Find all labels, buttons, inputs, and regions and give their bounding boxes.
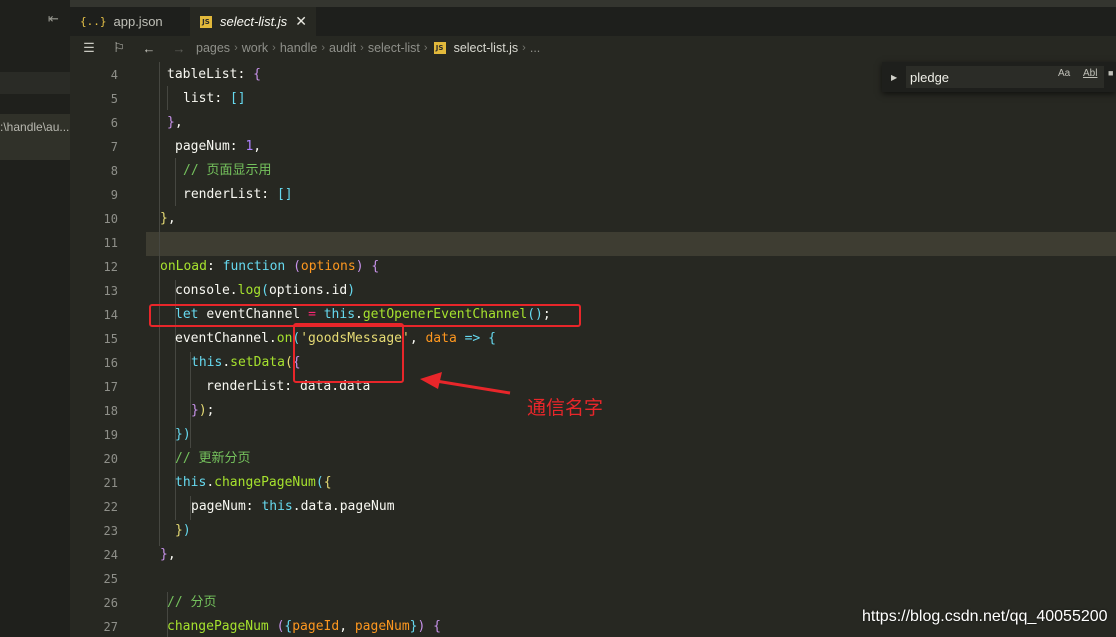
match-word-icon[interactable]: Abl [1083,68,1097,79]
code-line: }); [191,403,215,418]
line-number: 26 [103,596,118,610]
code-line: onLoad: function (options) { [160,259,380,274]
line-number: 19 [103,428,118,442]
line-number: 15 [103,332,118,346]
tab-select-list-js[interactable]: JS select-list.js ✕ [190,7,316,36]
bookmark-icon[interactable]: ⚐ [108,40,130,56]
chevron-right-icon: › [522,42,526,54]
code-line: pageNum: this.data.pageNum [191,499,395,514]
find-widget: ▶ pledge Aa Abl ■ [882,62,1116,92]
breadcrumb-work[interactable]: work [242,41,268,55]
line-number: 17 [103,380,118,394]
line-number: 22 [103,500,118,514]
line-number: 21 [103,476,118,490]
chevron-right-icon: › [423,42,428,54]
tab-label: select-list.js [220,14,288,29]
line-number: 7 [110,140,118,154]
find-input-value: pledge [910,69,950,85]
line-number: 23 [103,524,118,538]
js-file-icon: JS [433,42,446,54]
split-editor-icon[interactable]: ⇤ [48,12,59,27]
code-line: this.changePageNum({ [175,475,332,490]
close-icon[interactable]: ✕ [295,13,307,30]
code-line: }) [175,427,191,442]
annotation-arrow-icon [420,372,511,395]
line-number: 16 [103,356,118,370]
breadcrumb-audit[interactable]: audit [329,41,356,55]
breadcrumb-handle[interactable]: handle [280,41,318,55]
side-panel-path: :\handle\au... [0,120,70,134]
line-number: 14 [103,308,118,322]
line-number: 13 [103,284,118,298]
code-line: pageNum: 1, [175,139,262,154]
back-arrow-icon[interactable]: ← [138,41,160,56]
code-line: }) [175,523,191,538]
tab-label: app.json [113,14,163,29]
line-number: 24 [103,548,118,562]
code-line: }, [167,115,183,130]
line-number: 25 [103,572,118,586]
tab-bar-top-strip [70,0,1116,7]
expand-triangle-icon[interactable]: ▶ [891,73,903,82]
breadcrumb-tail[interactable]: ... [530,41,540,55]
code-line: eventChannel.on('goodsMessage', data => … [175,331,496,346]
code-line: }, [160,547,176,562]
line-number: 8 [110,164,118,178]
find-input[interactable]: pledge [906,66,1104,88]
chevron-right-icon: › [360,42,364,54]
breadcrumb-pages[interactable]: pages [196,41,230,55]
line-number: 18 [103,404,118,418]
list-icon[interactable]: ☰ [78,40,100,56]
regex-icon[interactable]: ■ [1108,68,1113,78]
chevron-right-icon: › [321,42,326,54]
line-number: 9 [110,188,118,202]
tab-app-json[interactable]: {..} app.json [70,7,190,36]
chevron-right-icon: › [272,42,276,54]
forward-arrow-icon[interactable]: → [168,41,190,56]
json-file-icon: {..} [80,15,107,28]
code-line: console.log(options.id) [175,283,356,298]
code-editor[interactable]: 4 5 6 7 8 9 10 11 12 13 14 15 16 17 18 1… [70,62,1116,637]
line-number: 6 [110,116,118,130]
line-number: 12 [103,260,118,274]
js-file-icon: JS [200,15,212,28]
code-line: }, [160,211,176,226]
breadcrumb: ☰ ⚐ ← → pages › work › handle › audit › … [70,36,1116,60]
line-number: 5 [110,92,118,106]
code-comment: // 页面显示用 [183,163,272,178]
chevron-right-icon: › [234,42,238,54]
code-line: this.setData({ [191,355,301,370]
line-number-gutter: 4 5 6 7 8 9 10 11 12 13 14 15 16 17 18 1… [70,62,146,637]
highlight-box-event-name [293,323,404,383]
side-panel-row[interactable] [0,72,70,94]
tab-bar: ⇤ {..} app.json JS select-list.js ✕ [48,0,1116,36]
line-number: 20 [103,452,118,466]
watermark: https://blog.csdn.net/qq_40055200 [862,608,1108,625]
line-number: 11 [103,236,118,250]
breadcrumb-select-list[interactable]: select-list [368,41,420,55]
line-number: 10 [103,212,118,226]
side-panel: :\handle\au... [0,0,70,637]
line-number: 4 [110,68,118,82]
code-line: renderList: [] [183,187,293,202]
line-number: 27 [103,620,118,634]
code-line: renderList: data.data [206,379,371,394]
annotation-label: 通信名字 [527,397,604,419]
code-comment: // 更新分页 [175,451,251,466]
breadcrumb-file[interactable]: select-list.js [454,41,519,55]
match-case-icon[interactable]: Aa [1058,68,1070,79]
